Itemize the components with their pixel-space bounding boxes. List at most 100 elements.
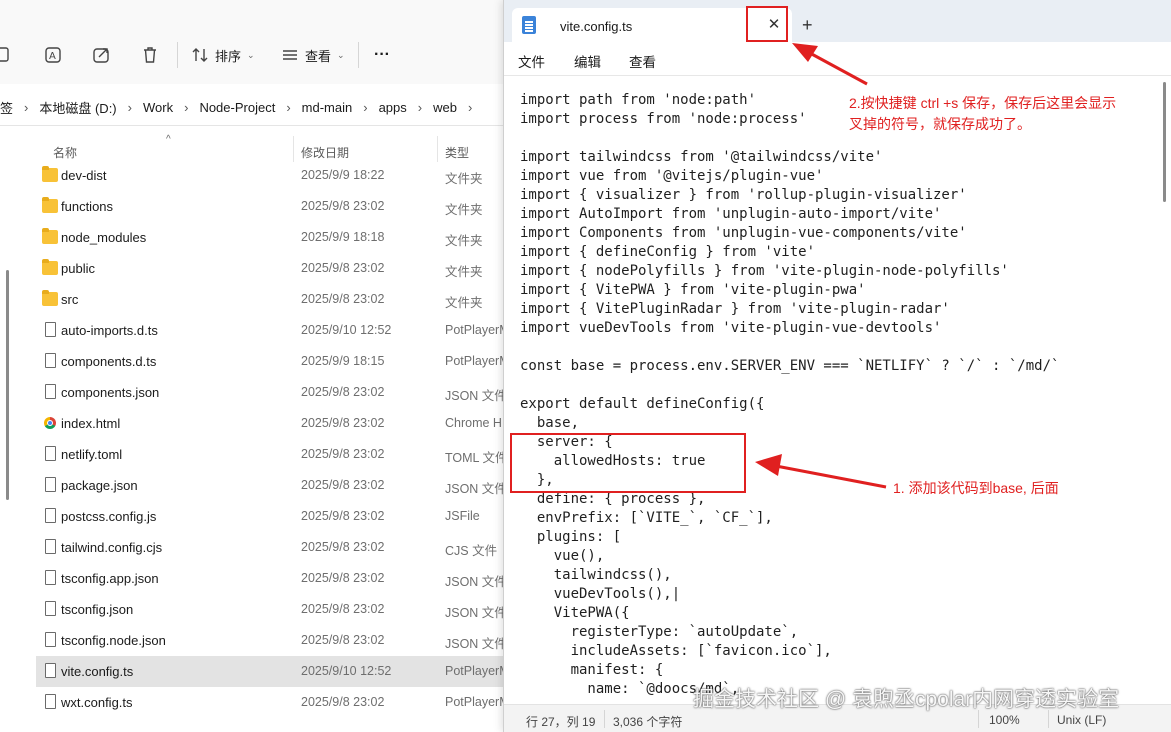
menu-view[interactable]: 查看 [629,51,656,71]
editor-scrollbar[interactable] [1163,82,1167,702]
file-row[interactable]: tsconfig.app.json 2025/9/8 23:02 JSON 文件 [36,563,510,594]
chevron-right-icon[interactable]: › [418,100,422,115]
address-bar[interactable]: 签 › 本地磁盘 (D:) › Work › Node-Project › md-main › ap… [0,90,510,126]
file-row[interactable]: tsconfig.json 2025/9/8 23:02 JSON 文件 [36,594,510,625]
file-type: 文件夹 [445,234,483,248]
breadcrumb-item[interactable]: Node-Project › [199,100,301,115]
breadcrumb-item[interactable]: md-main › [302,100,379,115]
file-type: JSON 文件 [445,575,507,589]
code-line: plugins: [ [520,529,622,545]
file-row[interactable]: functions 2025/9/8 23:02 文件夹 [36,191,510,222]
code-line: import { visualizer } from 'rollup-plugi… [520,187,967,203]
chevron-down-icon: ⌄ [247,49,255,60]
tab-title: vite.config.ts [560,19,633,34]
file-row[interactable]: tsconfig.node.json 2025/9/8 23:02 JSON 文件 [36,625,510,656]
file-row[interactable]: node_modules 2025/9/9 18:18 文件夹 [36,222,510,253]
menu-file[interactable]: 文件 [518,51,545,71]
explorer-scrollbar[interactable] [6,140,10,730]
file-row[interactable]: dev-dist 2025/9/9 18:22 文件夹 [36,160,510,191]
breadcrumb-item[interactable]: apps › [379,100,434,115]
code-line: import Components from 'unplugin-vue-com… [520,225,967,241]
rename-icon[interactable]: A [43,44,65,66]
file-modified-date: 2025/9/9 18:18 [301,230,385,244]
svg-text:A: A [49,51,56,62]
code-line: registerType: `autoUpdate`, [520,624,799,640]
highlight-close-button [746,6,788,42]
file-name: components.d.ts [61,354,157,369]
code-line: base, [520,415,580,431]
sort-label: 排序 [215,48,242,64]
scrollbar-thumb[interactable] [1163,82,1166,202]
share-icon[interactable] [91,44,113,66]
column-divider[interactable] [437,136,438,162]
file-row[interactable]: components.json 2025/9/8 23:02 JSON 文件 [36,377,510,408]
column-header-type[interactable]: 类型 [445,144,469,161]
file-modified-date: 2025/9/9 18:22 [301,168,385,182]
text-editor[interactable]: import path from 'node:path' import proce… [520,91,1160,703]
column-divider[interactable] [293,136,294,162]
breadcrumb-label: 本地磁盘 (D:) [39,101,117,116]
file-row[interactable]: package.json 2025/9/8 23:02 JSON 文件 [36,470,510,501]
chrome-icon [44,417,56,429]
file-icon [45,632,56,647]
file-name: auto-imports.d.ts [61,323,158,338]
file-icon [45,477,56,492]
sort-icon [192,48,208,62]
column-headers: 名称 修改日期 类型 [0,136,510,162]
copy-icon[interactable] [0,44,16,66]
file-modified-date: 2025/9/8 23:02 [301,509,385,523]
menu-edit[interactable]: 编辑 [574,51,601,71]
file-icon [45,663,56,678]
breadcrumb-label: md-main [301,100,353,115]
breadcrumb-item[interactable]: Work › [143,100,199,115]
chevron-right-icon[interactable]: › [128,100,132,115]
character-count: 3,036 个字符 [613,715,683,729]
file-row[interactable]: index.html 2025/9/8 23:02 Chrome H [36,408,510,439]
file-modified-date: 2025/9/8 23:02 [301,602,385,616]
file-icon [45,601,56,616]
code-line: vue(), [520,548,605,564]
chevron-right-icon[interactable]: › [24,100,28,115]
file-row[interactable]: public 2025/9/8 23:02 文件夹 [36,253,510,284]
file-name: netlify.toml [61,447,123,462]
file-row[interactable]: src 2025/9/8 23:02 文件夹 [36,284,510,315]
column-header-name[interactable]: 名称 [53,144,77,161]
file-type: 文件夹 [445,203,483,217]
code-line: import vue from '@vitejs/plugin-vue' [520,168,824,184]
file-modified-date: 2025/9/8 23:02 [301,292,385,306]
file-icon [45,322,56,337]
file-row[interactable]: auto-imports.d.ts 2025/9/10 12:52 PotPlaye… [36,315,510,346]
column-header-modified[interactable]: 修改日期 [301,144,349,161]
view-button[interactable]: 查看 ⌄ [281,44,345,66]
chevron-right-icon[interactable]: › [286,100,290,115]
file-row[interactable]: vite.config.ts 2025/9/10 12:52 PotPlayerM [36,656,510,687]
scrollbar-thumb[interactable] [6,270,9,500]
breadcrumb-item[interactable]: web › [433,100,483,115]
breadcrumb-item[interactable]: 本地磁盘 (D:) › [39,98,143,117]
zoom-level[interactable]: 100% [989,713,1020,727]
folder-icon [42,290,58,306]
new-tab-button[interactable]: + [802,14,813,36]
chevron-down-icon: ⌄ [337,49,345,60]
file-row[interactable]: components.d.ts 2025/9/9 18:15 PotPlayerM [36,346,510,377]
chevron-right-icon[interactable]: › [363,100,367,115]
file-modified-date: 2025/9/8 23:02 [301,695,385,709]
breadcrumb-item[interactable]: 签 › [0,98,39,117]
delete-icon[interactable] [139,44,161,66]
annotation-save-line-2: 叉掉的符号，就保存成功了。 [849,116,1031,132]
chevron-right-icon[interactable]: › [184,100,188,115]
file-row[interactable]: wxt.config.ts 2025/9/8 23:02 PotPlayerM [36,687,510,718]
line-ending[interactable]: Unix (LF) [1057,713,1106,727]
toolbar-divider [358,42,359,68]
code-line: tailwindcss(), [520,567,672,583]
more-options-button[interactable]: ··· [374,44,390,66]
file-modified-date: 2025/9/8 23:02 [301,416,385,430]
sort-button[interactable]: 排序 ⌄ [191,44,255,66]
breadcrumb-label: web [433,100,457,115]
file-row[interactable]: tailwind.config.cjs 2025/9/8 23:02 CJS 文件 [36,532,510,563]
file-row[interactable]: netlify.toml 2025/9/8 23:02 TOML 文件 [36,439,510,470]
file-row[interactable]: postcss.config.js 2025/9/8 23:02 JSFile [36,501,510,532]
file-modified-date: 2025/9/8 23:02 [301,633,385,647]
chevron-right-icon[interactable]: › [468,100,472,115]
view-icon [283,50,297,60]
